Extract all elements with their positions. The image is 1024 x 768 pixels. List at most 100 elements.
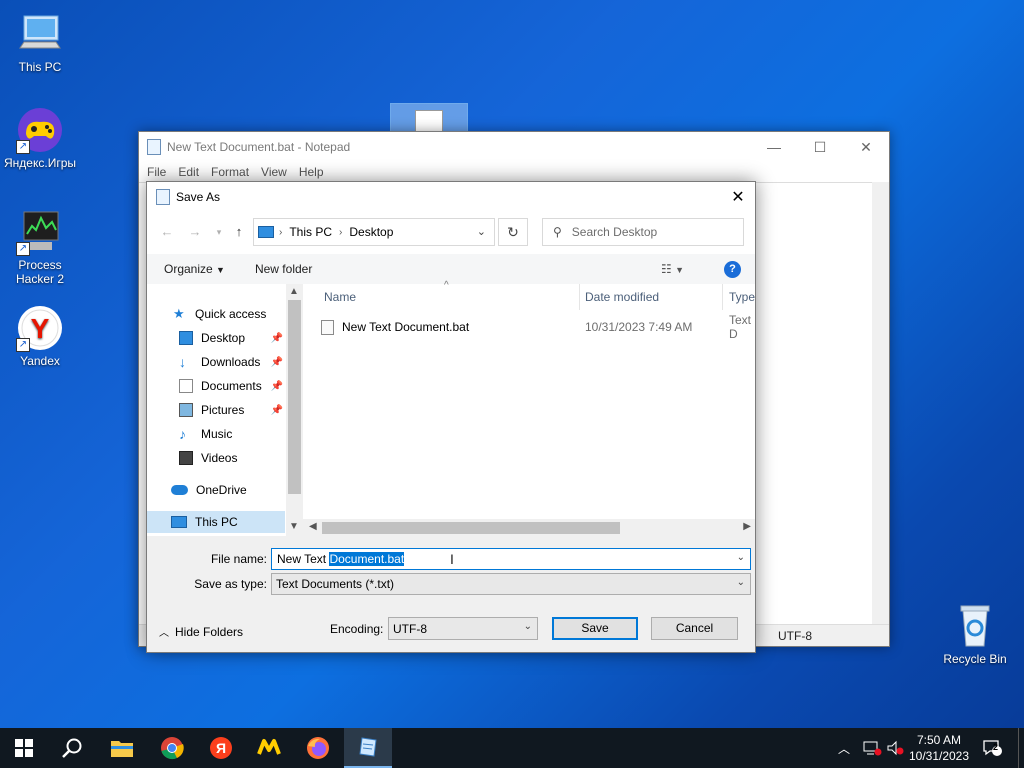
star-icon: ★ [173,306,185,321]
menu-help[interactable]: Help [299,165,324,179]
taskbar-yandex-browser[interactable]: Я [197,728,245,768]
file-list: ^ Name Date modified Type New Text Docum… [303,280,755,536]
desktop-icon-process-hacker[interactable]: ↗ Process Hacker 2 [0,208,80,286]
new-folder-button[interactable]: New folder [255,262,312,276]
desktop-icon-yandex[interactable]: Y ↗ Yandex [0,304,80,368]
nav-item-documents[interactable]: Documents 📌 [147,375,285,397]
nav-item-pictures[interactable]: Pictures 📌 [147,399,285,421]
menu-edit[interactable]: Edit [178,165,199,179]
pin-icon: 📌 [270,404,283,416]
column-separator[interactable] [579,284,580,310]
nav-item-onedrive[interactable]: OneDrive [147,479,285,501]
menu-format[interactable]: Format [211,165,249,179]
search-button[interactable] [48,728,96,768]
taskbar-yandex-games[interactable] [245,728,293,768]
save-button[interactable]: Save [552,617,638,640]
back-button[interactable]: ← [159,224,175,240]
recent-locations-button[interactable]: ▾ [211,224,227,240]
text-file-icon [321,319,334,335]
address-bar[interactable]: › This PC › Desktop ⌄ [253,218,495,246]
start-button[interactable] [0,728,48,768]
file-row[interactable]: New Text Document.bat 10/31/2023 7:49 AM… [321,313,755,341]
folder-icon [111,741,133,757]
chevron-down-icon[interactable]: ⌄ [737,552,745,563]
dialog-title-bar[interactable]: Save As [147,182,755,212]
forward-button[interactable]: → [187,224,203,240]
taskbar-clock[interactable]: 7:50 AM 10/31/2023 [903,732,975,764]
chevron-down-icon[interactable]: ▼ [289,521,299,532]
minimize-button[interactable]: — [751,132,797,162]
action-center-button[interactable]: 2 [982,728,1004,768]
nav-item-label: Quick access [195,307,267,321]
encoding-value: UTF-8 [393,621,427,636]
clock-time: 7:50 AM [916,733,962,747]
up-button[interactable]: ↑ [231,224,247,240]
arrow-left-icon: ← [160,224,174,239]
nav-item-music[interactable]: ♪ Music [147,423,285,445]
shortcut-arrow-icon: ↗ [16,338,30,352]
help-icon[interactable]: ? [724,261,741,278]
desktop-icon-label: Yandex [20,354,60,368]
show-desktop-button[interactable] [1018,728,1024,768]
taskbar-chrome[interactable] [148,728,196,768]
computer-icon [171,516,187,528]
search-input[interactable]: ⚲ Search Desktop [542,218,744,246]
taskbar-notepad[interactable] [344,728,392,768]
chevron-right-icon: › [339,226,343,238]
chevron-right-icon[interactable]: ▶ [743,521,751,532]
chevron-down-icon[interactable]: ⌄ [477,225,486,238]
chevron-up-icon[interactable]: ▲ [289,286,299,297]
taskbar-file-explorer[interactable] [98,728,146,768]
network-status[interactable] [862,728,882,768]
save-as-dialog[interactable]: Save As ✕ ← → ▾ ↑ › This PC › Desktop ⌄ … [146,181,756,653]
file-list-horizontal-scrollbar[interactable]: ◀ ▶ [303,519,755,536]
refresh-button[interactable]: ↻ [498,218,528,246]
nav-pane-scrollbar[interactable]: ▲ ▼ [286,284,303,536]
desktop-icon-label: Process Hacker 2 [15,258,65,286]
desktop-icon-this-pc[interactable]: This PC [0,10,80,74]
address-segment-desktop[interactable]: Desktop [349,225,393,239]
organize-button[interactable]: Organize ▼ [164,262,225,276]
arrow-right-icon: → [188,224,202,239]
shortcut-arrow-icon: ↗ [16,242,30,256]
dialog-close-button[interactable]: ✕ [721,182,755,212]
pictures-icon [179,403,193,417]
file-name-input[interactable]: New Text Document.bat I ⌄ [271,548,751,570]
desktop-icon-yandex-games[interactable]: ↗ Яндекс.Игры [0,106,80,170]
close-icon: ✕ [731,189,745,206]
column-header-type[interactable]: Type [729,290,755,304]
nav-item-quick-access[interactable]: ★ Quick access [147,303,285,325]
desktop-icon-recycle-bin[interactable]: Recycle Bin [935,602,1015,666]
column-header-name[interactable]: Name [324,290,356,304]
notepad-vertical-scrollbar[interactable] [872,182,889,624]
menu-file[interactable]: File [147,165,166,179]
desktop-icon-label: Recycle Bin [943,652,1007,666]
view-options-button[interactable]: ☷ ▼ [661,262,684,276]
scrollbar-thumb[interactable] [322,522,620,534]
chevron-left-icon[interactable]: ◀ [309,521,317,532]
column-header-date-modified[interactable]: Date modified [585,290,659,304]
taskbar-firefox[interactable] [294,728,342,768]
volume-control[interactable] [886,728,904,768]
nav-item-label: Desktop [201,331,246,345]
nav-item-downloads[interactable]: ↓ Downloads 📌 [147,351,285,373]
address-segment-this-pc[interactable]: This PC [289,225,332,239]
nav-item-videos[interactable]: Videos [147,447,285,469]
maximize-button[interactable]: ☐ [797,132,843,162]
save-as-type-select[interactable]: Text Documents (*.txt) ⌄ [271,573,751,595]
encoding-select[interactable]: UTF-8 ⌄ [388,617,538,640]
hide-folders-button[interactable]: ︿ Hide Folders [159,624,243,639]
chevron-down-icon: ⌄ [736,577,745,588]
yandex-games-icon [257,739,281,755]
nav-item-desktop[interactable]: Desktop 📌 [147,327,285,349]
nav-item-label: OneDrive [196,483,247,497]
nav-item-this-pc[interactable]: This PC [147,511,285,533]
close-button[interactable]: ✕ [843,132,889,162]
cancel-button[interactable]: Cancel [651,617,738,640]
column-separator[interactable] [722,284,723,310]
menu-view[interactable]: View [261,165,287,179]
scrollbar-thumb[interactable] [288,300,301,494]
documents-icon [179,379,193,393]
pin-icon: 📌 [270,380,283,392]
show-hidden-icons-button[interactable]: ︿ [838,728,850,768]
